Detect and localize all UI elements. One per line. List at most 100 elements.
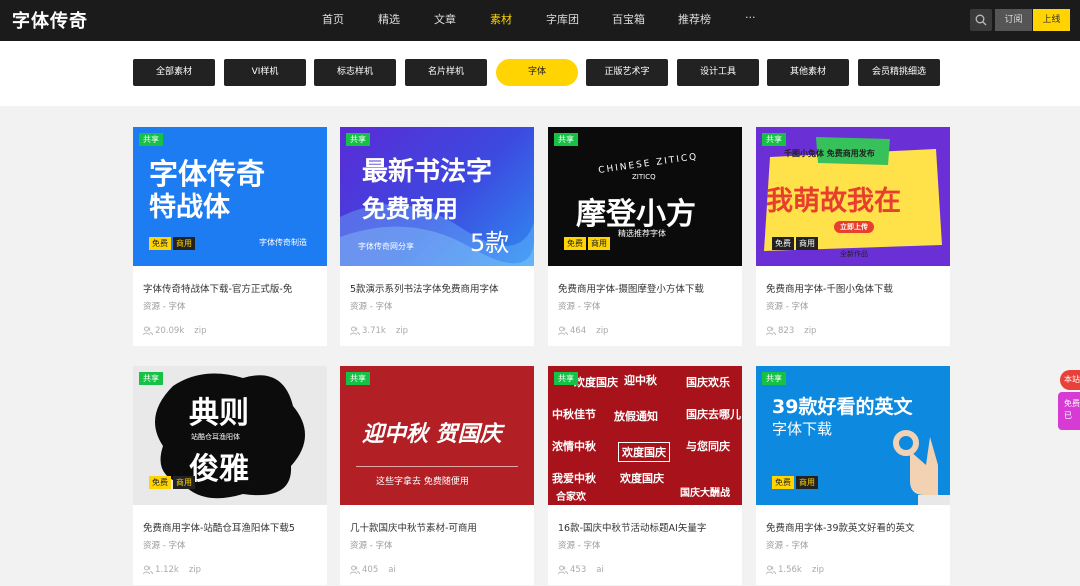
card-source: 资源 - 字体 — [143, 302, 186, 312]
thumb-text: 迎中秋 贺国庆 — [362, 422, 502, 447]
card-source: 资源 - 字体 — [766, 541, 809, 551]
nav-materials[interactable]: 素材 — [490, 11, 512, 27]
card-title[interactable]: 字体传奇特战体下载-官方正式版-免 — [143, 281, 319, 295]
resource-card[interactable]: CHINESE ZITICQ ZITICQ 摩登小方 免费 商用 精选推荐字体 … — [548, 127, 742, 346]
category-design-tools[interactable]: 设计工具 — [677, 59, 759, 86]
resource-card[interactable]: 迎中秋 贺国庆 这些字拿去 免费随便用 共享 几十款国庆中秋节素材-可商用 资源… — [340, 366, 534, 585]
card-thumbnail[interactable]: 字体传奇 特战体 免费 商用 字体传奇制造 共享 — [133, 127, 327, 266]
card-title[interactable]: 免费商用字体-摄图摩登小方体下载 — [558, 281, 734, 295]
card-stats: 464 zip — [558, 326, 608, 336]
card-title[interactable]: 几十款国庆中秋节素材-可商用 — [350, 520, 526, 534]
card-thumbnail[interactable]: 欢度国庆 迎中秋 国庆欢乐 中秋佳节 放假通知 国庆去哪儿 浓情中秋 欢度国庆 … — [548, 366, 742, 505]
thumb-text: 与您同庆 — [686, 440, 730, 453]
resource-card[interactable]: 典则 站酷仓耳渔阳体 俊雅 免费 商用 共享 免费商用字体-站酷仓耳渔阳体下载5… — [133, 366, 327, 585]
users-icon — [350, 326, 360, 336]
nav-toolbox[interactable]: 百宝箱 — [612, 11, 645, 27]
file-ext: ai — [388, 565, 396, 575]
top-navbar: 字体传奇 首页 精选 文章 素材 字库团 百宝箱 推荐榜 ··· 订阅 上线 — [0, 0, 1080, 41]
thumb-text: 免费商用 — [362, 195, 458, 223]
file-ext: zip — [194, 326, 207, 336]
card-title[interactable]: 16款-国庆中秋节活动标题AI矢量字 — [558, 520, 734, 534]
thumb-text: 放假通知 — [614, 410, 658, 423]
shared-badge: 共享 — [762, 133, 786, 146]
thumb-text: ZITICQ — [632, 173, 656, 181]
shared-badge: 共享 — [346, 372, 370, 385]
card-source: 资源 - 字体 — [143, 541, 186, 551]
view-count: 1.12k — [155, 565, 179, 575]
card-title[interactable]: 免费商用字体-39款英文好看的英文 — [766, 520, 942, 534]
thumb-credit: 字体传奇网分享 — [358, 242, 414, 251]
card-source: 资源 - 字体 — [350, 541, 393, 551]
thumb-text: 欢度国庆 — [574, 376, 618, 389]
users-icon — [350, 565, 360, 575]
shared-badge: 共享 — [139, 372, 163, 385]
resource-card[interactable]: 欢度国庆 迎中秋 国庆欢乐 中秋佳节 放假通知 国庆去哪儿 浓情中秋 欢度国庆 … — [548, 366, 742, 585]
nav-font-group[interactable]: 字库团 — [546, 11, 579, 27]
card-title[interactable]: 5款演示系列书法字体免费商用字体 — [350, 281, 526, 295]
card-source: 资源 - 字体 — [350, 302, 393, 312]
commercial-tag: 商用 — [588, 237, 610, 250]
card-source: 资源 - 字体 — [558, 541, 601, 551]
resource-card[interactable]: 千图小兔体 免费商用发布 我萌故我在 立即上传 免费 商用 全新作品 共享 免费… — [756, 127, 950, 346]
divider — [356, 466, 518, 467]
card-title[interactable]: 免费商用字体-千图小兔体下载 — [766, 281, 942, 295]
nav-home[interactable]: 首页 — [322, 11, 344, 27]
thumb-text: 我萌故我在 — [766, 186, 901, 217]
category-member-picks[interactable]: 会员精挑细选 — [858, 59, 940, 86]
category-logo-mockup[interactable]: 标志样机 — [314, 59, 396, 86]
category-all[interactable]: 全部素材 — [133, 59, 215, 86]
users-icon — [766, 565, 776, 575]
view-count: 464 — [570, 326, 587, 336]
card-thumbnail[interactable]: 千图小兔体 免费商用发布 我萌故我在 立即上传 免费 商用 全新作品 共享 — [756, 127, 950, 266]
floating-free-tab[interactable]: 免费 已 — [1058, 392, 1080, 430]
category-fonts[interactable]: 字体 — [496, 59, 578, 86]
online-button[interactable]: 上线 — [1033, 9, 1070, 31]
card-thumbnail[interactable]: 典则 站酷仓耳渔阳体 俊雅 免费 商用 共享 — [133, 366, 327, 505]
users-icon — [766, 326, 776, 336]
search-button[interactable] — [970, 9, 992, 31]
thumb-text: 字体下载 — [772, 420, 833, 438]
ok-hand-icon — [893, 430, 950, 505]
floating-label: 免费 — [1064, 399, 1080, 408]
nav-more[interactable]: ··· — [745, 11, 756, 24]
nav-featured[interactable]: 精选 — [378, 11, 400, 27]
resource-card[interactable]: 最新书法字 免费商用 5款 字体传奇网分享 共享 5款演示系列书法字体免费商用字… — [340, 127, 534, 346]
thumb-text: 特战体 — [149, 192, 230, 223]
nav-ranking[interactable]: 推荐榜 — [678, 11, 711, 27]
thumb-text: 站酷仓耳渔阳体 — [191, 433, 240, 441]
shared-badge: 共享 — [346, 133, 370, 146]
search-icon — [975, 14, 987, 26]
free-tag: 免费 — [149, 237, 171, 250]
floating-site-tab[interactable]: 本站 — [1060, 370, 1080, 390]
category-card-mockup[interactable]: 名片样机 — [405, 59, 487, 86]
commercial-tag: 商用 — [796, 476, 818, 489]
view-count: 405 — [362, 565, 379, 575]
site-logo[interactable]: 字体传奇 — [12, 7, 88, 33]
card-thumbnail[interactable]: CHINESE ZITICQ ZITICQ 摩登小方 免费 商用 精选推荐字体 … — [548, 127, 742, 266]
card-source: 资源 - 字体 — [558, 302, 601, 312]
resource-card[interactable]: 39款好看的英文 字体下载 免费 商用 共享 免费商用字体-39款英文好看的英文… — [756, 366, 950, 585]
card-thumbnail[interactable]: 最新书法字 免费商用 5款 字体传奇网分享 共享 — [340, 127, 534, 266]
category-other[interactable]: 其他素材 — [767, 59, 849, 86]
category-art-text[interactable]: 正版艺术字 — [586, 59, 668, 86]
commercial-tag: 商用 — [796, 237, 818, 250]
floating-label: 已 — [1064, 411, 1072, 420]
thumb-text: 摩登小方 — [576, 197, 696, 232]
free-tag: 免费 — [772, 237, 794, 250]
file-ext: zip — [804, 326, 817, 336]
thumb-pill: 立即上传 — [834, 221, 874, 233]
subscribe-button[interactable]: 订阅 — [995, 9, 1032, 31]
card-thumbnail[interactable]: 39款好看的英文 字体下载 免费 商用 共享 — [756, 366, 950, 505]
card-stats: 405 ai — [350, 565, 396, 575]
category-vi-mockup[interactable]: VI样机 — [224, 59, 306, 86]
file-ext: zip — [811, 565, 825, 575]
thumb-credit: 精选推荐字体 — [618, 229, 666, 238]
file-ext: zip — [188, 565, 202, 575]
thumb-credit: 字体传奇制造 — [259, 238, 307, 247]
card-title[interactable]: 免费商用字体-站酷仓耳渔阳体下载5 — [143, 520, 319, 534]
resource-card[interactable]: 字体传奇 特战体 免费 商用 字体传奇制造 共享 字体传奇特战体下载-官方正式版… — [133, 127, 327, 346]
thumb-text: 俊雅 — [189, 452, 249, 487]
free-tag: 免费 — [564, 237, 586, 250]
nav-articles[interactable]: 文章 — [434, 11, 456, 27]
card-thumbnail[interactable]: 迎中秋 贺国庆 这些字拿去 免费随便用 共享 — [340, 366, 534, 505]
